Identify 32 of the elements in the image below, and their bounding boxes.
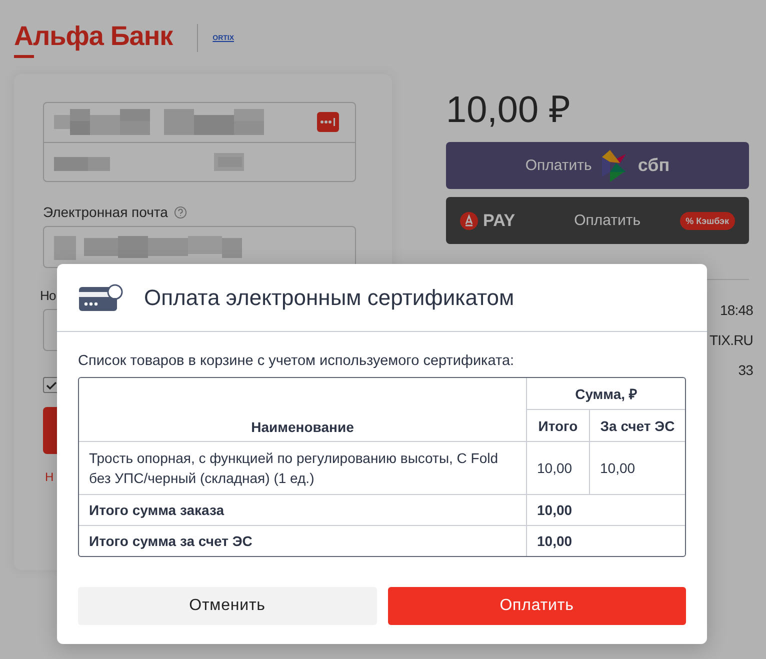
table-cell: Итого сумма заказа bbox=[79, 495, 527, 526]
checkmark-icon bbox=[46, 380, 56, 390]
email-field[interactable] bbox=[43, 226, 356, 268]
note-text: Н bbox=[45, 470, 54, 484]
field-label: Электронная почта bbox=[43, 204, 168, 220]
order-detail: TIX.RU bbox=[710, 332, 753, 348]
table-cell-text: 10,00 bbox=[536, 532, 574, 551]
help-icon[interactable] bbox=[174, 206, 187, 218]
order-detail: 33 bbox=[738, 362, 753, 378]
column-header: Сумма, ₽ bbox=[527, 378, 685, 410]
column-header: Итого bbox=[527, 410, 590, 442]
column-header: За счет ЭС bbox=[590, 410, 685, 442]
table-cell: 10,00 bbox=[590, 442, 685, 495]
table-cell: Трость опорная, с функцией по регулированию высоты, С Fold без УПС/черный (складная) (1 ед.) bbox=[79, 442, 527, 495]
table-cell: Итого сумма за счет ЭС bbox=[79, 526, 527, 556]
amount: 10,00 ₽ bbox=[446, 88, 572, 132]
alfa-pay-button[interactable]: PAY Оплатить % Кэшбэк bbox=[446, 197, 749, 244]
pay-button[interactable]: Оплатить bbox=[388, 587, 686, 625]
order-detail: 18:48 bbox=[720, 302, 753, 318]
sbp-pay-button[interactable]: Оплатить сбп bbox=[446, 142, 749, 189]
column-header: Наименование bbox=[79, 378, 527, 442]
table-cell: 10,00 bbox=[527, 495, 685, 526]
card-scan-icon[interactable] bbox=[317, 112, 339, 132]
alfa-logo-icon bbox=[460, 212, 478, 230]
field-label: Но bbox=[40, 288, 56, 303]
dialog-title: Оплата электронным сертификатом bbox=[144, 284, 514, 310]
cancel-button[interactable]: Отменить bbox=[78, 587, 376, 625]
table-cell: 10,00 bbox=[527, 442, 590, 495]
bank-logo[interactable]: Альфа Банк bbox=[14, 20, 173, 56]
intro-text: Список товаров в корзине с учетом используемого сертификата: bbox=[78, 353, 516, 369]
certificate-card-icon bbox=[78, 282, 124, 312]
card-field[interactable] bbox=[43, 102, 356, 182]
